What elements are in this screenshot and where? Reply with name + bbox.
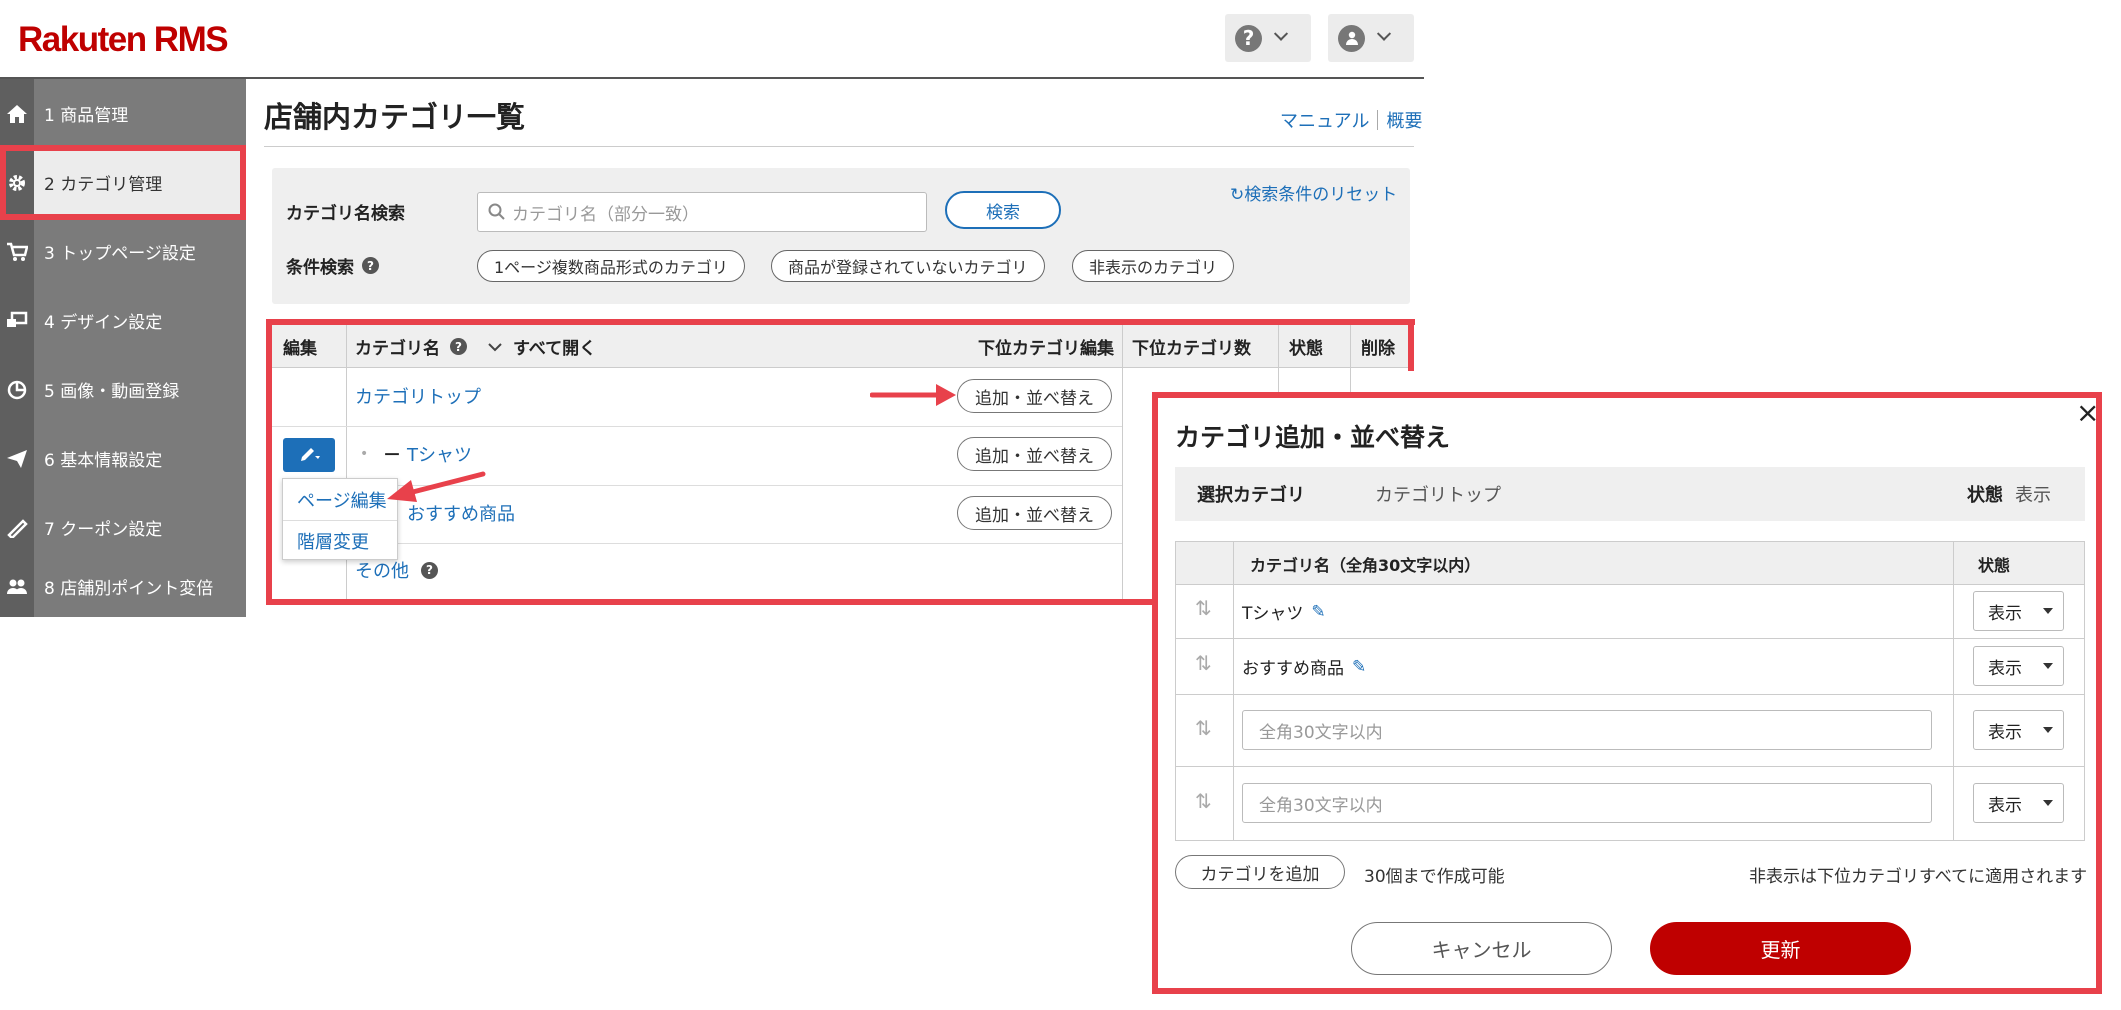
users-icon: [0, 576, 34, 596]
limit-note: 30個まで作成可能: [1364, 867, 1505, 887]
search-placeholder: カテゴリ名（部分一致）: [512, 204, 699, 225]
hidden-note: 非表示は下位カテゴリすべてに適用されます: [1749, 867, 2088, 887]
drag-handle-icon[interactable]: ⇅: [1195, 789, 1212, 813]
annotation-arrow-icon: [870, 384, 956, 406]
status-select[interactable]: 表示: [1973, 591, 2064, 631]
close-icon[interactable]: ×: [2076, 396, 2099, 429]
modal-col-name: カテゴリ名（全角30文字以内）: [1250, 556, 1481, 575]
design-icon: [0, 311, 34, 331]
drag-handle-icon[interactable]: ⇅: [1195, 651, 1212, 675]
table-row: Tシャツ ✎: [1242, 599, 1326, 625]
input-placeholder: 全角30文字以内: [1259, 795, 1383, 816]
filter-hidden[interactable]: 非表示のカテゴリ: [1072, 250, 1235, 282]
reset-search-link[interactable]: ↻検索条件のリセット: [1230, 180, 1397, 205]
modal-col-status: 状態: [1978, 556, 2011, 575]
overview-link[interactable]: 概要: [1386, 107, 1422, 133]
select-value: 表示: [1988, 722, 2022, 743]
category-search-label: カテゴリ名検索: [286, 204, 405, 224]
search-button[interactable]: 検索: [945, 191, 1061, 229]
update-button[interactable]: 更新: [1650, 922, 1911, 975]
cart-icon: [0, 242, 34, 262]
sidebar-item-label: 3 トップページ設定: [44, 244, 196, 264]
home-icon: [0, 104, 34, 124]
highlight-box-table-bottom: [266, 599, 1152, 605]
sidebar-item-coupon[interactable]: 7 クーポン設定: [0, 493, 246, 562]
row-name: おすすめ商品: [1242, 659, 1344, 679]
dropdown-arrow-icon: [2043, 800, 2053, 806]
pencil-icon[interactable]: ✎: [1352, 657, 1366, 677]
pie-chart-icon: [0, 380, 34, 400]
sidebar-item-label: 5 画像・動画登録: [44, 382, 180, 402]
sidebar-item-label: 6 基本情報設定: [44, 451, 163, 471]
row-divider: [1176, 638, 2084, 639]
reset-label: 検索条件のリセット: [1244, 185, 1398, 205]
refresh-icon: ↻: [1230, 185, 1245, 205]
sidebar-item-label: 4 デザイン設定: [44, 313, 163, 333]
sidebar-item-design[interactable]: 4 デザイン設定: [0, 286, 246, 355]
selected-label: 選択カテゴリ: [1197, 485, 1305, 506]
table-row: おすすめ商品 ✎: [1242, 654, 1366, 680]
divider: [1377, 110, 1379, 130]
chevron-down-icon: [1273, 26, 1289, 41]
input-placeholder: 全角30文字以内: [1259, 722, 1383, 743]
filter-no-products[interactable]: 商品が登録されていないカテゴリ: [771, 250, 1045, 282]
selected-value: カテゴリトップ: [1375, 485, 1501, 506]
sidebar-item-label: 1 商品管理: [44, 106, 129, 126]
modal-title: カテゴリ追加・並べ替え: [1175, 423, 1451, 452]
drag-handle-icon[interactable]: ⇅: [1195, 596, 1212, 620]
dropdown-arrow-icon: [2043, 727, 2053, 733]
category-name-input[interactable]: 全角30文字以内: [1242, 783, 1932, 823]
dropdown-arrow-icon: [2043, 663, 2053, 669]
row-divider: [1176, 584, 2084, 585]
chevron-down-icon: [1376, 26, 1392, 41]
row-name: Tシャツ: [1242, 604, 1304, 624]
user-icon: [1338, 24, 1365, 52]
help-icon: ?: [1235, 24, 1262, 52]
category-name-input[interactable]: 全角30文字以内: [1242, 710, 1932, 750]
col-divider: [1233, 542, 1234, 840]
select-value: 表示: [1988, 795, 2022, 816]
sidebar-item-basicinfo[interactable]: 6 基本情報設定: [0, 424, 246, 493]
sidebar-item-label: 8 店舗別ポイント変倍: [44, 578, 214, 599]
dropdown-arrow-icon: [2043, 608, 2053, 614]
filter-multi-product[interactable]: 1ページ複数商品形式のカテゴリ: [477, 250, 745, 282]
condition-search-label: 条件検索: [286, 258, 354, 278]
row-divider: [1176, 694, 2084, 695]
rakuten-rms-logo[interactable]: Rakuten RMS: [18, 20, 229, 60]
sidebar-item-label: 7 クーポン設定: [44, 520, 163, 540]
sidebar-item-products[interactable]: 1 商品管理: [0, 79, 246, 148]
sidebar-item-toppage[interactable]: 3 トップページ設定: [0, 217, 246, 286]
condition-search-group: 条件検索 ?: [286, 253, 379, 278]
select-value: 表示: [1988, 603, 2022, 624]
status-select[interactable]: 表示: [1973, 646, 2064, 686]
add-category-button[interactable]: カテゴリを追加: [1175, 855, 1345, 889]
drag-handle-icon[interactable]: ⇅: [1195, 716, 1212, 740]
highlight-box-sidebar: [0, 145, 246, 220]
select-value: 表示: [1988, 658, 2022, 679]
status-select[interactable]: 表示: [1973, 710, 2064, 750]
user-menu-button[interactable]: [1328, 14, 1414, 62]
pencil-icon[interactable]: ✎: [1311, 602, 1325, 622]
sidebar-item-points[interactable]: 8 店舗別ポイント変倍: [0, 555, 246, 617]
selected-category-bar: 選択カテゴリ カテゴリトップ 状態 表示: [1175, 467, 2085, 521]
status-label: 状態: [1967, 485, 2003, 506]
manual-link[interactable]: マニュアル: [1280, 107, 1369, 133]
status-value: 表示: [2015, 485, 2051, 506]
send-icon: [0, 449, 34, 469]
sidebar-item-media[interactable]: 5 画像・動画登録: [0, 355, 246, 424]
cancel-button[interactable]: キャンセル: [1351, 922, 1612, 975]
coupon-icon: [0, 518, 34, 538]
search-icon: [488, 203, 505, 220]
col-divider: [1953, 542, 1954, 840]
row-divider: [1176, 766, 2084, 767]
search-input[interactable]: カテゴリ名（部分一致）: [477, 192, 927, 232]
help-icon[interactable]: ?: [362, 257, 379, 274]
page-title: 店舗内カテゴリ一覧: [264, 100, 526, 134]
help-menu-button[interactable]: ?: [1225, 14, 1311, 62]
highlight-box-table-edge: [1408, 319, 1414, 371]
top-links: マニュアル 概要: [1280, 107, 1422, 133]
status-select[interactable]: 表示: [1973, 783, 2064, 823]
annotation-arrow-icon: [387, 471, 486, 502]
title-divider: [264, 146, 1414, 147]
